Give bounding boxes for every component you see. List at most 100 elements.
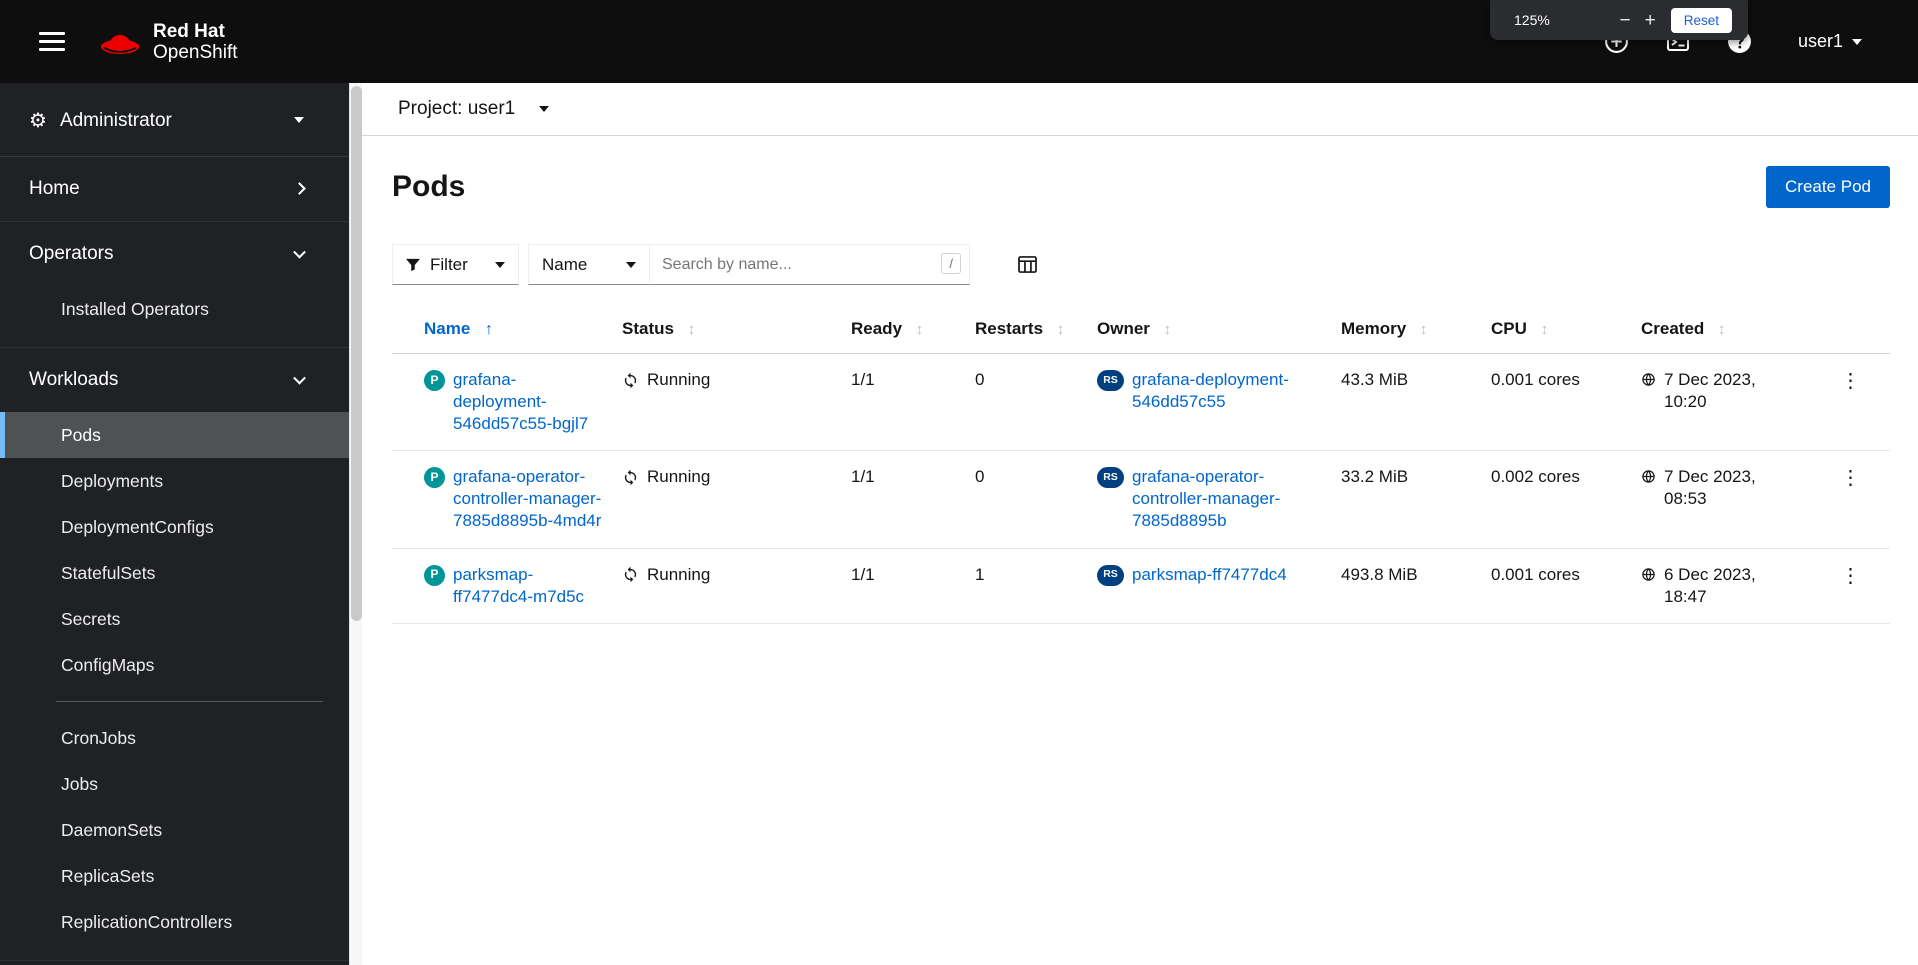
column-management-button[interactable] <box>1014 252 1041 277</box>
brand-logo: Red Hat OpenShift <box>97 21 238 63</box>
zoom-out-button[interactable]: − <box>1613 9 1638 32</box>
sidebar-item-replicasets[interactable]: ReplicaSets <box>0 853 349 899</box>
nav-section-home: Home <box>0 157 349 222</box>
chevron-down-icon <box>1852 38 1862 45</box>
sidebar-item-cronjobs[interactable]: CronJobs <box>0 715 349 761</box>
created-timestamp: 7 Dec 2023, 08:53 <box>1664 467 1756 509</box>
sidebar-item-configmaps[interactable]: ConfigMaps <box>0 642 349 688</box>
redhat-fedora-icon <box>100 34 140 54</box>
pod-link[interactable]: grafana-deployment-546dd57c55-bgjl7 <box>453 369 606 435</box>
filter-funnel-icon <box>406 258 420 271</box>
search-attribute-label: Name <box>542 254 588 274</box>
sidebar-item-deploymentconfigs[interactable]: DeploymentConfigs <box>0 504 349 550</box>
zoom-in-button[interactable]: + <box>1638 9 1663 32</box>
sidebar-item-statefulsets[interactable]: StatefulSets <box>0 550 349 596</box>
sort-icon: ↕ <box>1419 321 1428 338</box>
memory-cell: 43.3 MiB <box>1341 353 1491 452</box>
sidebar-item-daemonsets[interactable]: DaemonSets <box>0 807 349 853</box>
sidebar-item-operators[interactable]: Operators <box>0 222 349 286</box>
search-box: / <box>649 244 970 285</box>
running-sync-icon <box>624 372 637 388</box>
sort-icon: ↕ <box>1056 321 1065 338</box>
table-row: P parksmap-ff7477dc4-m7d5c Running 1/1 1… <box>392 548 1890 624</box>
ready-cell: 1/1 <box>851 548 975 624</box>
sidebar-item-secrets[interactable]: Secrets <box>0 596 349 642</box>
kebab-menu-icon[interactable]: ⋮ <box>1831 559 1871 593</box>
page-header: Pods Create Pod <box>362 136 1918 216</box>
sidebar-scrollbar[interactable] <box>349 83 362 965</box>
nav-divider <box>56 701 323 702</box>
owner-link[interactable]: grafana-deployment-546dd57c55 <box>1132 369 1325 413</box>
perspective-switcher[interactable]: ⚙ Administrator <box>0 83 349 157</box>
globe-icon <box>1641 372 1656 387</box>
status-text: Running <box>647 467 711 487</box>
caret-down-icon <box>539 106 550 112</box>
chevron-down-icon <box>293 245 306 259</box>
created-timestamp: 6 Dec 2023, 18:47 <box>1664 564 1756 606</box>
nav-section-workloads: Workloads Pods Deployments DeploymentCon… <box>0 348 349 961</box>
column-header-cpu[interactable]: CPU ↕ <box>1491 305 1641 354</box>
column-header-restarts[interactable]: Restarts ↕ <box>975 305 1097 354</box>
column-header-memory[interactable]: Memory ↕ <box>1341 305 1491 354</box>
column-header-owner[interactable]: Owner ↕ <box>1097 305 1341 354</box>
pod-link[interactable]: grafana-operator-controller-manager-7885… <box>453 466 606 532</box>
user-name: user1 <box>1797 31 1843 51</box>
column-header-name[interactable]: Name ↑ <box>392 305 622 354</box>
running-sync-icon <box>624 469 637 486</box>
table-row: P grafana-operator-controller-manager-78… <box>392 450 1890 549</box>
pod-badge: P <box>424 370 445 391</box>
ready-cell: 1/1 <box>851 450 975 549</box>
scrollbar-thumb[interactable] <box>351 86 362 621</box>
kebab-menu-icon[interactable]: ⋮ <box>1831 364 1871 398</box>
owner-link[interactable]: grafana-operator-controller-manager-7885… <box>1132 466 1325 532</box>
sort-icon: ↕ <box>1718 321 1726 338</box>
sort-icon: ↕ <box>915 321 924 338</box>
hamburger-menu-icon[interactable] <box>33 26 71 57</box>
globe-icon <box>1641 567 1656 582</box>
zoom-reset-button[interactable]: Reset <box>1670 7 1732 33</box>
status-text: Running <box>647 564 711 584</box>
sort-icon: ↕ <box>1540 321 1549 338</box>
column-header-status[interactable]: Status ↕ <box>622 305 851 354</box>
search-input[interactable] <box>649 244 970 285</box>
sidebar-item-home[interactable]: Home <box>0 157 349 221</box>
sidebar-item-installed-operators[interactable]: Installed Operators <box>0 286 349 332</box>
owner-link[interactable]: parksmap-ff7477dc4 <box>1132 564 1325 586</box>
create-pod-button[interactable]: Create Pod <box>1766 166 1890 208</box>
browser-zoom-popup: 125% − + Reset <box>1490 0 1748 40</box>
sidebar-item-deployments[interactable]: Deployments <box>0 458 349 504</box>
project-selector[interactable]: Project: user1 <box>392 97 555 121</box>
pods-table: Name ↑ Status ↕ Ready ↕ Restarts ↕ Owner <box>392 305 1890 624</box>
ready-cell: 1/1 <box>851 353 975 452</box>
replicaset-badge: RS <box>1097 467 1124 489</box>
sidebar-item-jobs[interactable]: Jobs <box>0 761 349 807</box>
cpu-cell: 0.001 cores <box>1491 353 1641 452</box>
column-header-actions <box>1811 305 1890 354</box>
restarts-cell: 0 <box>975 450 1097 549</box>
caret-down-icon <box>495 261 505 268</box>
column-header-ready[interactable]: Ready ↕ <box>851 305 975 354</box>
column-header-created[interactable]: Created ↕ <box>1641 305 1811 354</box>
sort-ascending-icon: ↑ <box>485 321 494 338</box>
kebab-menu-icon[interactable]: ⋮ <box>1831 461 1871 495</box>
pod-link[interactable]: parksmap-ff7477dc4-m7d5c <box>453 564 606 608</box>
sort-icon: ↕ <box>1163 321 1172 338</box>
running-sync-icon <box>624 566 637 583</box>
search-attribute-dropdown[interactable]: Name <box>528 244 650 285</box>
status-text: Running <box>647 370 711 389</box>
keyboard-shortcut-hint: / <box>941 253 961 274</box>
sidebar-item-replicationcontrollers[interactable]: ReplicationControllers <box>0 899 349 945</box>
brand-line1: Red Hat <box>153 20 225 42</box>
sidebar-item-pods[interactable]: Pods <box>0 412 349 458</box>
pod-badge: P <box>424 467 445 489</box>
user-menu[interactable]: user1 <box>1792 30 1868 53</box>
caret-down-icon <box>294 116 304 123</box>
chevron-right-icon <box>293 182 306 195</box>
nav-section-operators: Operators Installed Operators <box>0 222 349 348</box>
main-content: Project: user1 Pods Create Pod Filter Na… <box>362 83 1918 965</box>
sidebar-item-workloads[interactable]: Workloads <box>0 348 349 412</box>
sort-icon: ↕ <box>687 321 696 338</box>
restarts-cell: 0 <box>975 353 1097 452</box>
filter-dropdown[interactable]: Filter <box>392 244 519 285</box>
table-row: P grafana-deployment-546dd57c55-bgjl7 Ru… <box>392 353 1890 452</box>
